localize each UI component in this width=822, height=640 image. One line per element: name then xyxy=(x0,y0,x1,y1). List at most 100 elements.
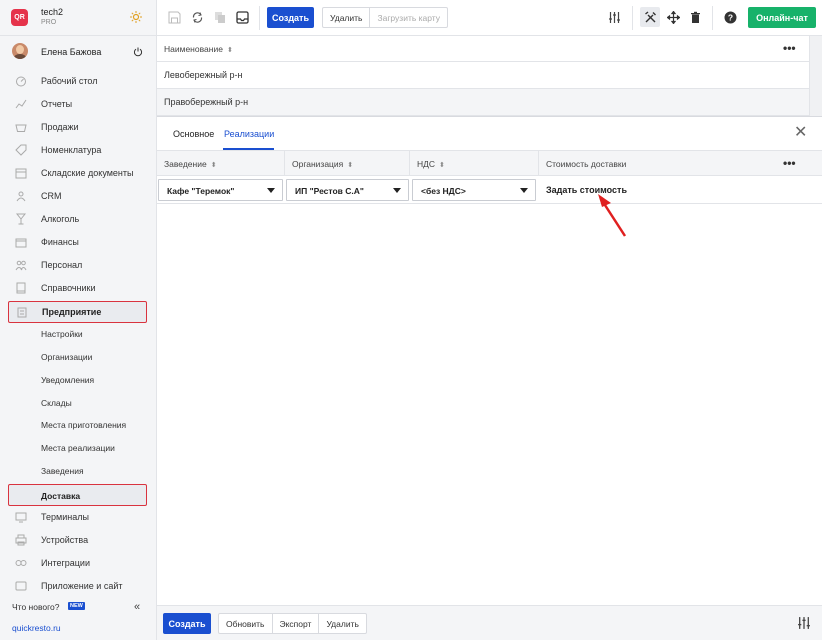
brand-plan: PRO xyxy=(41,19,57,26)
quickresto-logo[interactable]: QR xyxy=(11,9,28,26)
upload-map-button[interactable]: Загрузить карту xyxy=(370,8,447,27)
dashboard-icon xyxy=(16,76,26,87)
sidebar-item-label: Алкоголь xyxy=(41,214,80,224)
sidebar-item-sales[interactable]: Продажи xyxy=(0,116,157,139)
column-header-delivery-cost[interactable]: Стоимость доставки xyxy=(539,151,822,176)
sidebar-subitem-label: Заведения xyxy=(41,466,84,476)
terminal-icon xyxy=(15,512,27,523)
sort-icon: ⬍ xyxy=(347,162,354,169)
basket-icon xyxy=(15,124,27,132)
sidebar-item-app-site[interactable]: Приложение и сайт xyxy=(0,575,157,598)
whats-new-link[interactable]: Что нового? xyxy=(12,602,60,612)
sidebar-subitem-sale-places[interactable]: Места реализации xyxy=(0,437,157,460)
copy-icon[interactable] xyxy=(214,11,227,24)
sidebar-subitem-cooking-places[interactable]: Места приготовления xyxy=(0,414,157,437)
brand-area: QR tech2 PRO xyxy=(0,0,157,36)
tools-icon[interactable] xyxy=(644,11,657,24)
sidebar: QR tech2 PRO Елена Бажова Рабочий стол О… xyxy=(0,0,157,640)
sidebar-item-label: Продажи xyxy=(41,122,79,132)
sidebar-subitem-notifications[interactable]: Уведомления xyxy=(0,369,157,392)
venue-select[interactable]: Кафе "Теремок" xyxy=(158,179,283,201)
sidebar-item-warehouse-docs[interactable]: Складские документы xyxy=(0,162,157,185)
sidebar-subitem-delivery[interactable]: Доставка xyxy=(8,484,147,506)
sun-icon[interactable] xyxy=(130,11,142,23)
sidebar-subitem-label: Организации xyxy=(41,352,93,362)
building-icon xyxy=(17,307,27,318)
sidebar-item-finance[interactable]: Финансы xyxy=(0,231,157,254)
columns-settings-icon[interactable] xyxy=(797,616,811,630)
sidebar-item-label: Приложение и сайт xyxy=(41,581,123,591)
sidebar-subitem-organizations[interactable]: Организации xyxy=(0,346,157,369)
sidebar-item-reports[interactable]: Отчеты xyxy=(0,93,157,116)
sidebar-item-label: Рабочий стол xyxy=(41,76,98,86)
move-icon[interactable] xyxy=(667,11,680,24)
list-item[interactable]: Левобережный р-н xyxy=(157,62,809,89)
sidebar-item-devices[interactable]: Устройства xyxy=(0,529,157,552)
more-options-icon[interactable]: ••• xyxy=(783,41,796,55)
sidebar-item-nomenclature[interactable]: Номенклатура xyxy=(0,139,157,162)
bottom-bar: Создать Обновить Экспорт Удалить xyxy=(157,605,822,640)
sidebar-item-staff[interactable]: Персонал xyxy=(0,254,157,277)
sidebar-item-label: Терминалы xyxy=(41,512,89,522)
trash-icon[interactable] xyxy=(689,11,702,24)
export-button[interactable]: Экспорт xyxy=(273,614,320,633)
sidebar-item-alcohol[interactable]: Алкоголь xyxy=(0,208,157,231)
toolbar-button-group: Удалить Загрузить карту xyxy=(322,7,449,28)
brand-name: tech2 xyxy=(41,7,64,17)
refresh-icon[interactable] xyxy=(191,11,204,24)
tab-main[interactable]: Основное xyxy=(173,129,214,139)
column-header-name[interactable]: Наименование ⬍ xyxy=(164,44,233,54)
delete-button-bottom[interactable]: Удалить xyxy=(319,614,365,633)
vat-select[interactable]: <без НДС> xyxy=(412,179,536,201)
sidebar-subitem-label: Доставка xyxy=(41,491,81,501)
user-name: Елена Бажова xyxy=(41,47,102,57)
collapse-sidebar-icon[interactable]: « xyxy=(134,601,140,613)
column-header-venue[interactable]: Заведение ⬍ xyxy=(157,151,285,176)
tab-realizations[interactable]: Реализации xyxy=(224,129,274,139)
sort-icon[interactable]: ⬍ xyxy=(227,46,233,54)
save-icon[interactable] xyxy=(168,11,181,24)
help-icon[interactable]: ? xyxy=(724,11,737,24)
sidebar-item-label: Финансы xyxy=(41,237,79,247)
create-button-bottom[interactable]: Создать xyxy=(163,613,211,634)
delete-button[interactable]: Удалить xyxy=(323,8,371,27)
list-item[interactable]: Правобережный р-н xyxy=(157,89,809,116)
wallet-icon xyxy=(15,238,27,248)
sidebar-item-dashboard[interactable]: Рабочий стол xyxy=(0,70,157,93)
sidebar-item-crm[interactable]: CRM xyxy=(0,185,157,208)
list-scrollbar[interactable] xyxy=(809,36,822,116)
table-row: Кафе "Теремок" ИП "Рестов С.А" <без НДС>… xyxy=(157,176,822,204)
sidebar-item-label: Складские документы xyxy=(41,168,134,178)
create-button[interactable]: Создать xyxy=(267,7,314,28)
svg-text:?: ? xyxy=(728,13,733,23)
columns-settings-icon[interactable] xyxy=(608,11,621,24)
avatar xyxy=(12,43,28,59)
sidebar-item-enterprise[interactable]: Предприятие xyxy=(8,301,147,323)
sidebar-subitem-warehouses[interactable]: Склады xyxy=(0,392,157,415)
staff-icon xyxy=(15,260,27,271)
online-chat-button[interactable]: Онлайн-чат xyxy=(748,7,816,28)
toolbar-divider xyxy=(712,6,713,30)
sidebar-item-label: Интеграции xyxy=(41,558,90,568)
warehouse-icon xyxy=(15,168,27,179)
link-icon xyxy=(15,560,27,566)
site-link[interactable]: quickresto.ru xyxy=(12,623,61,633)
sidebar-item-terminals[interactable]: Терминалы xyxy=(0,506,157,529)
sidebar-subitem-venues[interactable]: Заведения xyxy=(0,460,157,483)
column-header-organization[interactable]: Организация ⬍ xyxy=(285,151,410,176)
annotation-arrow-icon xyxy=(598,194,627,237)
bottom-button-group: Обновить Экспорт Удалить xyxy=(218,613,367,634)
refresh-button[interactable]: Обновить xyxy=(219,614,273,633)
inbox-icon[interactable] xyxy=(236,11,249,24)
column-header-vat[interactable]: НДС ⬍ xyxy=(410,151,539,176)
sidebar-subitem-settings[interactable]: Настройки xyxy=(0,323,157,346)
sidebar-item-integrations[interactable]: Интеграции xyxy=(0,552,157,575)
close-icon[interactable]: ✕ xyxy=(794,125,807,141)
app-icon xyxy=(15,581,27,591)
organization-select[interactable]: ИП "Рестов С.А" xyxy=(286,179,409,201)
power-icon[interactable] xyxy=(133,47,143,57)
more-options-icon[interactable]: ••• xyxy=(783,156,796,170)
sidebar-subitem-label: Места реализации xyxy=(41,443,115,453)
user-profile[interactable]: Елена Бажова xyxy=(0,40,157,64)
sidebar-item-references[interactable]: Справочники xyxy=(0,277,157,300)
